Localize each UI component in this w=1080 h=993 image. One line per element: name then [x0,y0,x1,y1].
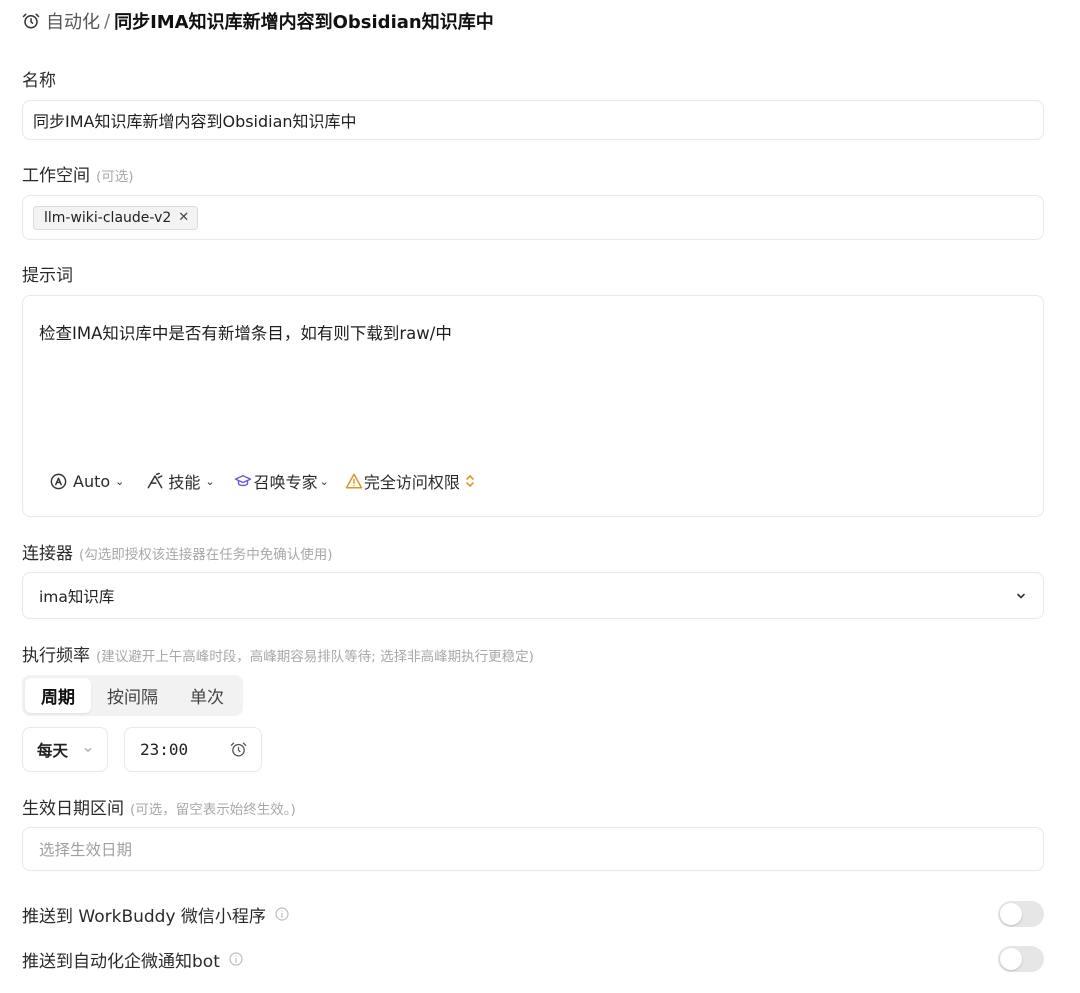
workspace-optional-hint: (可选) [96,169,134,185]
connector-hint: (勾选即授权该连接器在任务中免确认使用) [79,547,333,563]
alarm-clock-icon[interactable] [230,741,247,758]
toggle-knob [1000,948,1022,970]
breadcrumb: 自动化 / 同步IMA知识库新增内容到Obsidian知识库中 [22,8,494,34]
chevron-down-icon [83,745,93,755]
period-select-value: 每天 [37,741,69,760]
name-input[interactable]: 同步IMA知识库新增内容到Obsidian知识库中 [22,100,1044,140]
alarm-clock-icon [22,12,40,30]
push-workbuddy-toggle[interactable] [998,901,1044,927]
chip-remove-icon[interactable]: ✕ [178,210,189,225]
workspace-label-text: 工作空间 [22,166,90,186]
chevron-down-icon: ⌄ [205,474,215,488]
tab-once[interactable]: 单次 [174,678,240,713]
page-title: 同步IMA知识库新增内容到Obsidian知识库中 [114,12,494,33]
expert-selector[interactable]: 召唤专家 ⌄ [233,469,329,493]
push-workbuddy-label: 推送到 WorkBuddy 微信小程序 [22,902,290,927]
push-workbuddy-row: 推送到 WorkBuddy 微信小程序 [22,901,1044,927]
time-input[interactable]: 23:00 [124,727,262,772]
warning-triangle-icon [345,472,363,490]
prompt-text[interactable]: 检查IMA知识库中是否有新增条目，如有则下载到raw/中 [39,320,452,344]
skills-icon [144,471,166,491]
connector-label-text: 连接器 [22,544,73,564]
breadcrumb-parent-link[interactable]: 自动化 [46,8,100,34]
frequency-label: 执行频率 (建议避开上午高峰时段，高峰期容易排队等待; 选择非高峰期执行更稳定) [22,641,534,666]
breadcrumb-separator: / [104,10,111,32]
skills-selector-label: 技能 [168,473,201,492]
chevron-down-icon: ⌄ [319,474,329,488]
push-bot-label-text: 推送到自动化企微通知bot [22,951,220,972]
prompt-editor[interactable]: 检查IMA知识库中是否有新增条目，如有则下载到raw/中 Auto ⌄ 技能 ⌄ [22,295,1044,517]
push-bot-label: 推送到自动化企微通知bot [22,947,244,972]
prompt-toolbar: Auto ⌄ 技能 ⌄ 召唤专家 ⌄ 完全访问权限 [49,468,475,494]
expert-selector-label: 召唤专家 [253,473,318,492]
name-label: 名称 [22,66,56,91]
push-bot-row: 推送到自动化企微通知bot [22,946,1044,972]
connector-select[interactable]: ima知识库 [22,572,1044,619]
frequency-hint: (建议避开上午高峰时段，高峰期容易排队等待; 选择非高峰期执行更稳定) [96,649,534,665]
period-select[interactable]: 每天 [22,727,108,772]
connector-label: 连接器 (勾选即授权该连接器在任务中免确认使用) [22,539,333,564]
tab-interval[interactable]: 按间隔 [91,678,174,713]
frequency-tabs: 周期 按间隔 单次 [22,675,243,716]
chevron-down-icon [1015,590,1027,602]
model-auto-icon [49,472,68,491]
graduation-cap-icon [233,472,253,490]
date-range-label: 生效日期区间 (可选，留空表示始终生效。) [22,794,296,819]
frequency-label-text: 执行频率 [22,646,90,666]
permission-selector-label: 完全访问权限 [363,473,460,492]
tab-periodic[interactable]: 周期 [25,678,91,713]
workspace-label: 工作空间 (可选) [22,161,134,186]
date-range-placeholder: 选择生效日期 [39,841,133,859]
connector-selected-value: ima知识库 [39,587,115,606]
model-selector[interactable]: Auto ⌄ [49,472,124,491]
chevron-up-down-icon [465,473,475,489]
name-input-value: 同步IMA知识库新增内容到Obsidian知识库中 [33,112,357,131]
info-icon[interactable] [228,951,244,967]
chevron-down-icon: ⌄ [115,474,125,488]
prompt-label: 提示词 [22,261,73,286]
model-selector-label: Auto [73,471,111,491]
name-label-text: 名称 [22,71,56,91]
skills-selector[interactable]: 技能 ⌄ [144,469,215,493]
prompt-label-text: 提示词 [22,266,73,286]
toggle-knob [1000,903,1022,925]
date-range-hint: (可选，留空表示始终生效。) [130,802,296,818]
info-icon[interactable] [274,906,290,922]
workspace-input[interactable]: llm-wiki-claude-v2 ✕ [22,195,1044,240]
time-input-value: 23:00 [140,740,189,759]
workspace-chip: llm-wiki-claude-v2 ✕ [33,205,199,230]
workspace-chip-label: llm-wiki-claude-v2 [44,209,172,226]
permission-selector[interactable]: 完全访问权限 [345,469,475,493]
push-workbuddy-label-text: 推送到 WorkBuddy 微信小程序 [22,906,266,927]
date-range-label-text: 生效日期区间 [22,799,124,819]
push-bot-toggle[interactable] [998,946,1044,972]
date-range-picker[interactable]: 选择生效日期 [22,827,1044,871]
